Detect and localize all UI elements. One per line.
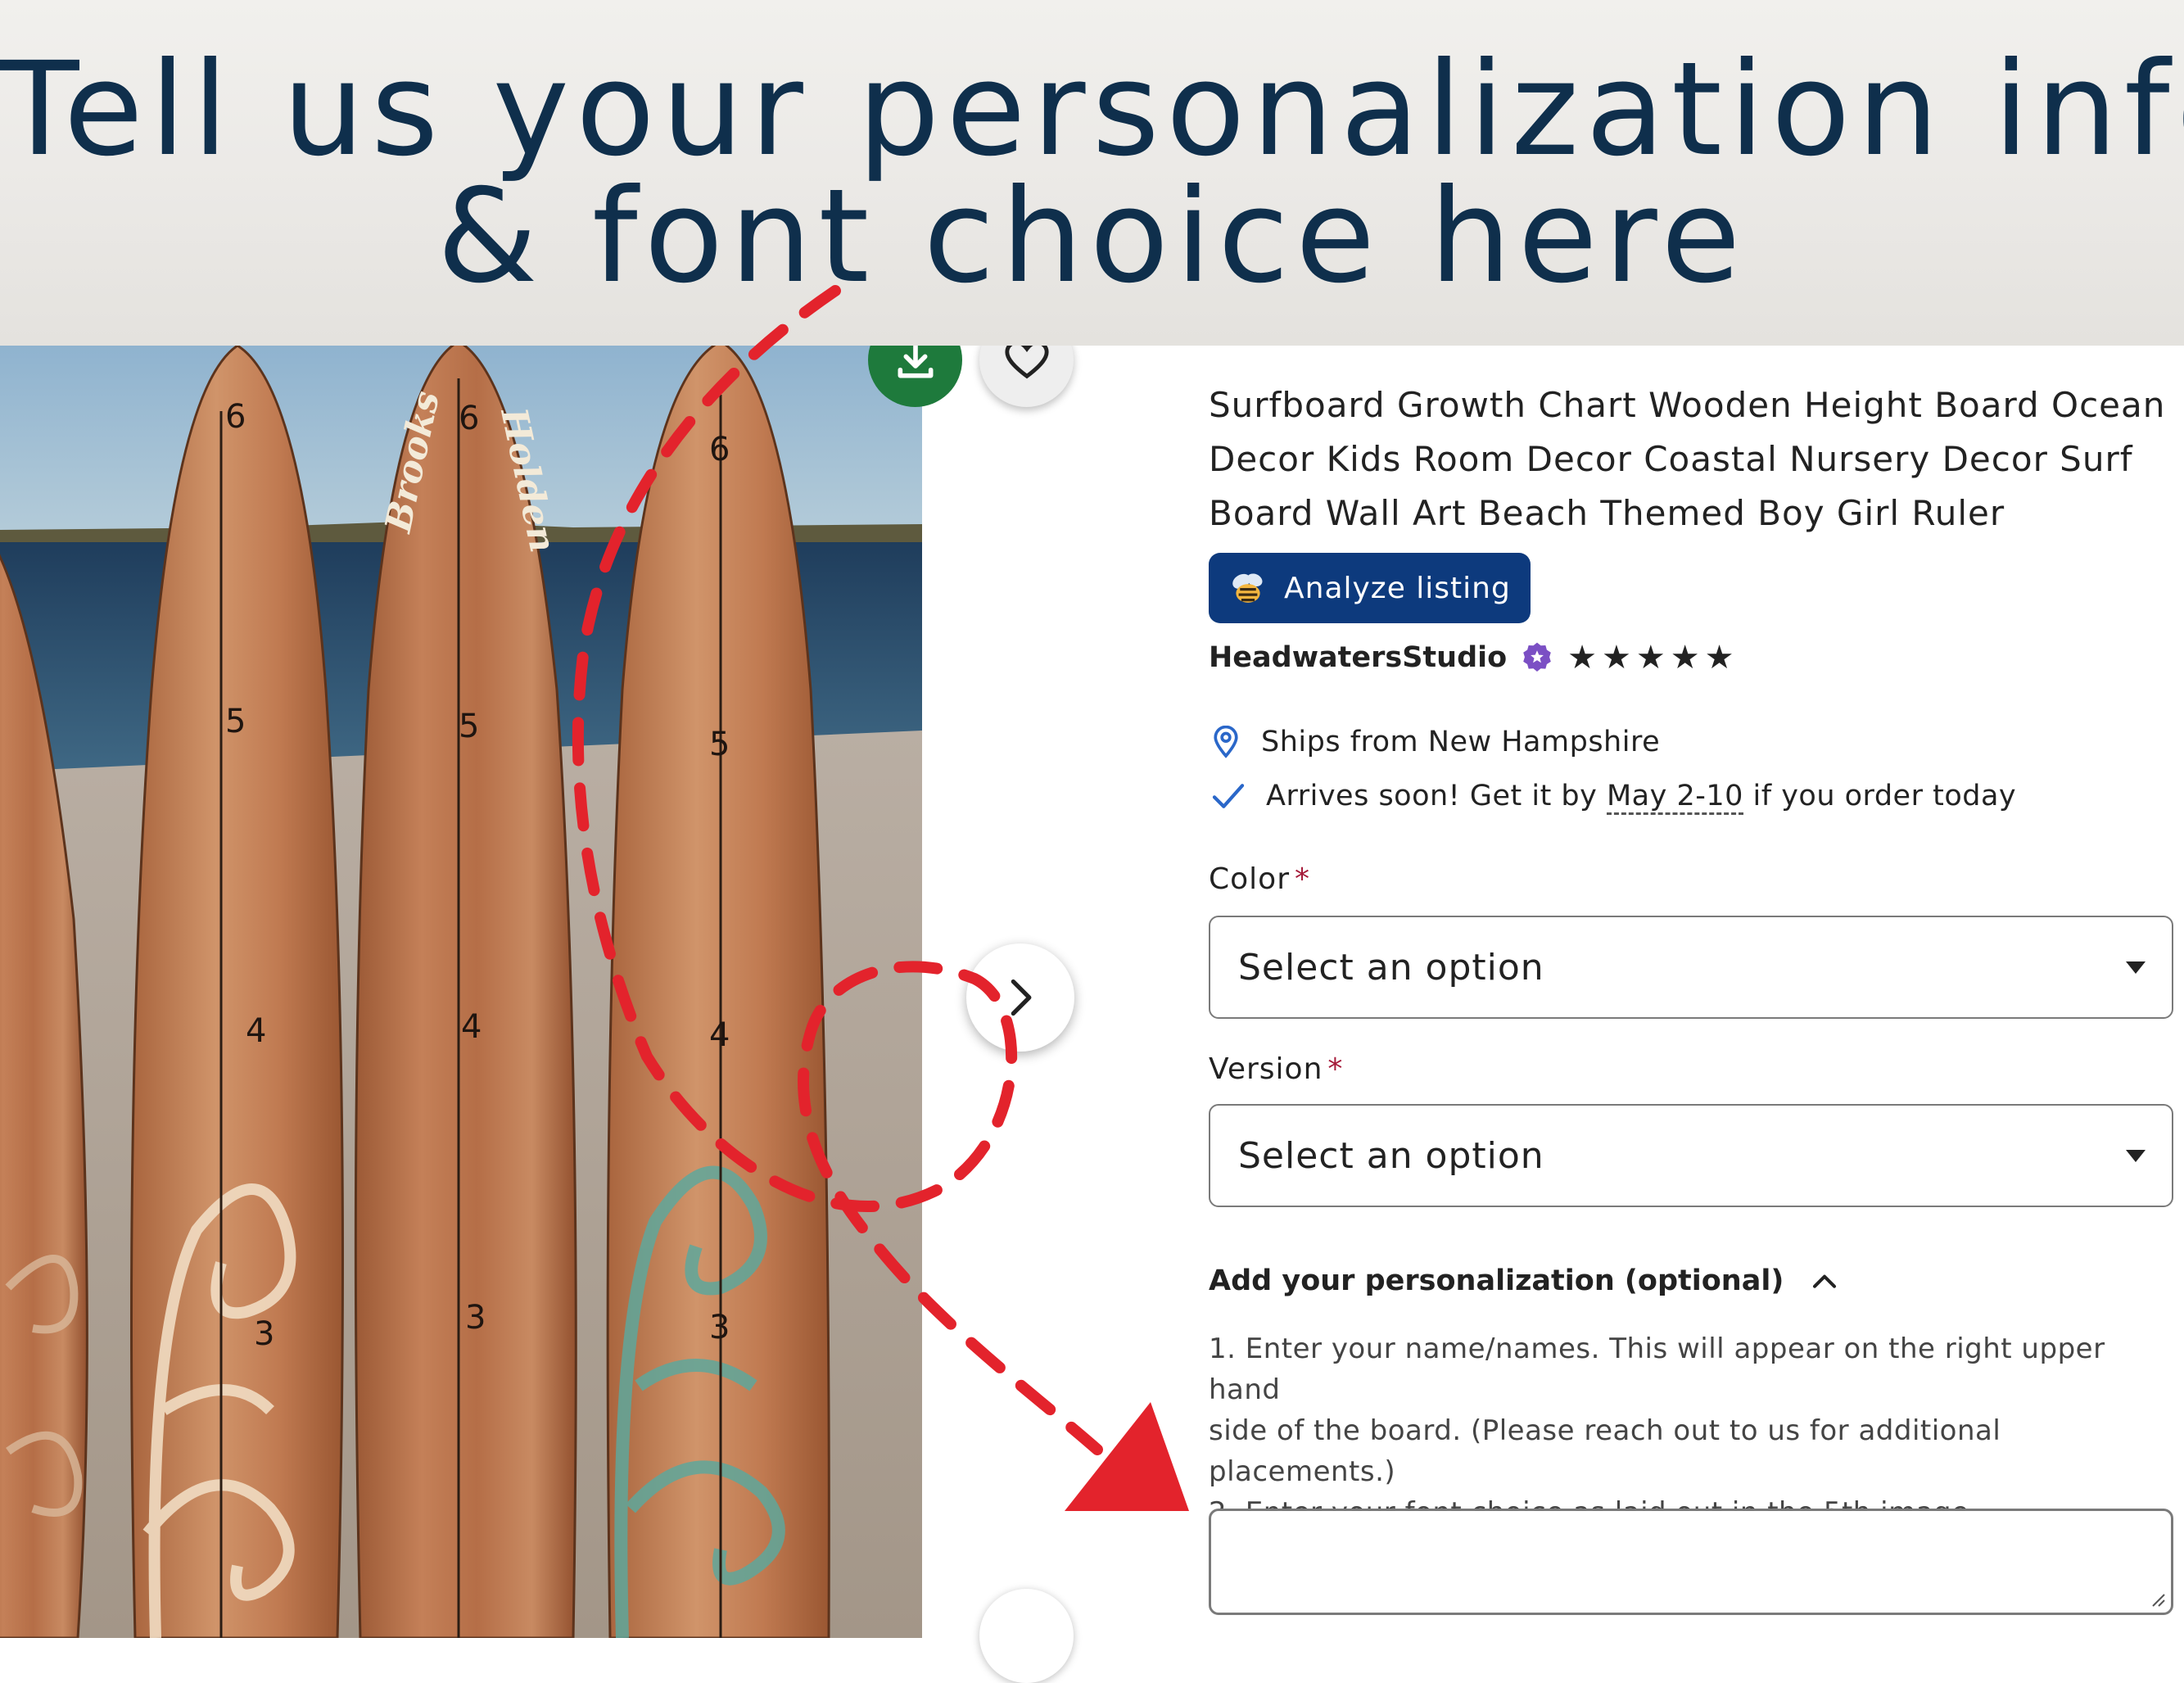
title-line: Board Wall Art Beach Themed Boy Girl Rul… <box>1209 493 2005 533</box>
color-label: Color * <box>1209 862 1310 896</box>
arrival-dates[interactable]: May 2-10 <box>1606 780 1743 815</box>
version-label-text: Version <box>1209 1052 1323 1086</box>
caret-down-icon <box>2126 961 2146 974</box>
listing-title: Surfboard Growth Chart Wooden Height Boa… <box>1209 378 2167 541</box>
scale-label: 3 <box>465 1299 486 1337</box>
analyze-listing-label: Analyze listing <box>1284 571 1511 605</box>
product-photo: 6 5 4 3 6 5 4 3 6 5 4 3 Brooks Holden <box>0 346 922 1638</box>
scale-label: 6 <box>459 400 479 437</box>
checkmark-icon <box>1212 784 1245 808</box>
scale-label: 3 <box>254 1315 274 1353</box>
version-label: Version * <box>1209 1052 1343 1086</box>
verified-badge-icon <box>1523 642 1551 672</box>
instruction-line: 1. Enter your name/names. This will appe… <box>1209 1332 2105 1406</box>
arrival-suffix: if you order today <box>1743 780 2017 812</box>
title-line: Surfboard Growth Chart Wooden Height Boa… <box>1209 385 2166 425</box>
arrival-prefix: Arrives soon! Get it by <box>1266 780 1607 812</box>
rating-stars: ★★★★★ <box>1567 639 1739 676</box>
personalization-toggle[interactable]: Add your personalization (optional) <box>1209 1265 1838 1297</box>
scale-label: 4 <box>461 1008 482 1046</box>
analyze-listing-button[interactable]: Analyze listing <box>1209 553 1531 623</box>
color-select[interactable]: Select an option <box>1209 916 2173 1019</box>
version-select-value: Select an option <box>1238 1134 1544 1177</box>
scale-label: 6 <box>225 398 246 436</box>
headline-line-2: & font choice here <box>436 161 1748 312</box>
personalization-input[interactable] <box>1209 1509 2173 1615</box>
scale-label: 3 <box>709 1309 730 1346</box>
version-select[interactable]: Select an option <box>1209 1104 2173 1207</box>
caret-down-icon <box>2126 1149 2146 1162</box>
scale-label: 5 <box>459 708 479 745</box>
seller-name[interactable]: HeadwatersStudio <box>1209 641 1507 674</box>
chevron-right-icon <box>1011 979 1032 1016</box>
next-image-button[interactable] <box>966 943 1074 1052</box>
color-label-text: Color <box>1209 862 1290 896</box>
seller-row: HeadwatersStudio ★★★★★ <box>1209 639 1739 676</box>
personalization-instructions: 1. Enter your name/names. This will appe… <box>1209 1328 2175 1533</box>
ships-from-text: Ships from New Hampshire <box>1261 726 1661 758</box>
more-button[interactable] <box>979 1589 1074 1683</box>
scale-label: 4 <box>246 1012 266 1050</box>
arrow-head-icon <box>1065 1402 1189 1511</box>
headline-banner: Tell us your personalization info & font… <box>0 0 2184 346</box>
required-mark: * <box>1295 862 1310 896</box>
resize-grip-icon[interactable] <box>2148 1590 2166 1608</box>
arrival-text: Arrives soon! Get it by May 2-10 if you … <box>1266 780 2017 815</box>
chevron-up-icon <box>1813 1274 1837 1288</box>
personalization-heading: Add your personalization (optional) <box>1209 1265 1784 1297</box>
bee-icon <box>1232 573 1263 603</box>
scale-label: 5 <box>709 726 730 763</box>
instruction-line: side of the board. (Please reach out to … <box>1209 1414 2001 1447</box>
title-line: Decor Kids Room Decor Coastal Nursery De… <box>1209 439 2133 479</box>
scale-label: 4 <box>709 1016 730 1054</box>
color-select-value: Select an option <box>1238 946 1544 989</box>
scale-label: 6 <box>709 431 730 468</box>
scale-label: 5 <box>225 703 246 740</box>
required-mark: * <box>1327 1052 1344 1086</box>
headline-line-1: Tell us your personalization info <box>0 34 2184 185</box>
ships-from-row: Ships from New Hampshire <box>1212 726 1660 758</box>
arrival-row: Arrives soon! Get it by May 2-10 if you … <box>1212 780 2017 815</box>
surfboards-illustration: 6 5 4 3 6 5 4 3 6 5 4 3 Brooks Holden <box>0 346 922 1638</box>
instruction-line: placements.) <box>1209 1455 1396 1488</box>
location-pin-icon <box>1214 726 1238 758</box>
